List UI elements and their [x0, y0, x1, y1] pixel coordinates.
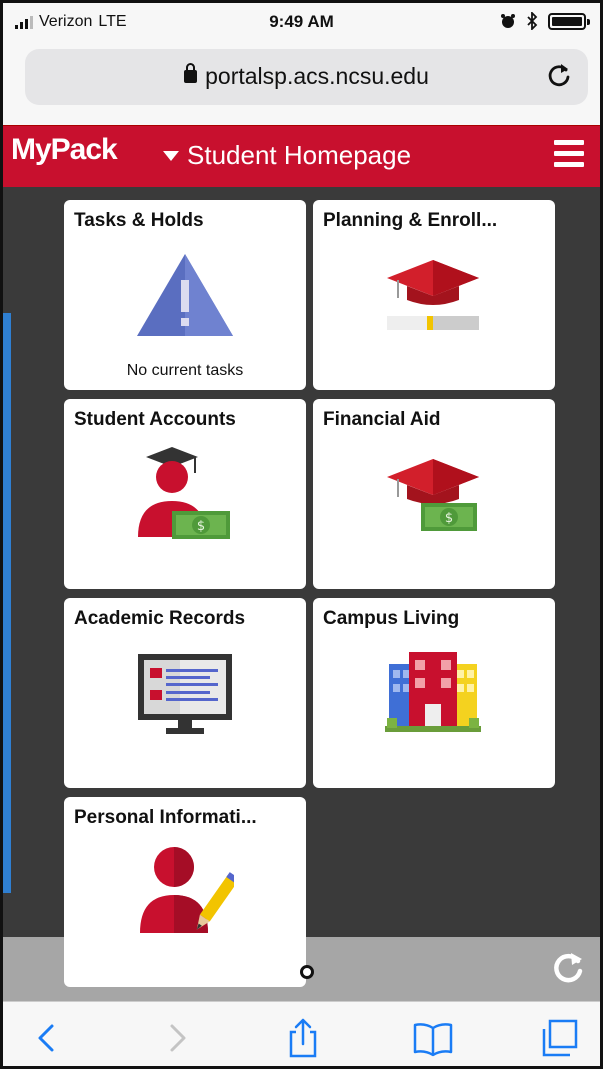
- tile-tasks-holds[interactable]: Tasks & Holds No current tasks: [64, 200, 306, 390]
- tile-title: Financial Aid: [323, 409, 441, 430]
- tabs-icon[interactable]: [539, 1018, 579, 1058]
- tile-student-accounts[interactable]: Student Accounts $: [64, 399, 306, 589]
- battery-icon: [548, 12, 590, 30]
- tile-title: Tasks & Holds: [74, 210, 204, 231]
- tile-planning-enrollment[interactable]: Planning & Enroll...: [313, 200, 555, 390]
- svg-text:$: $: [445, 511, 453, 526]
- tile-title: Personal Informati...: [74, 807, 257, 828]
- mypack-logo[interactable]: MyPack: [11, 133, 118, 167]
- svg-text:$: $: [197, 519, 205, 534]
- bluetooth-icon: [527, 12, 538, 30]
- phone-screen: Verizon LTE 9:49 AM portalsp.acs.ncsu.ed…: [0, 0, 603, 1069]
- app-header: MyPack Student Homepage: [3, 125, 600, 187]
- page-dropdown[interactable]: Student Homepage: [163, 140, 411, 171]
- url-text: portalsp.acs.ncsu.edu: [205, 63, 429, 89]
- browser-toolbar: [3, 1001, 600, 1066]
- tile-academic-records[interactable]: Academic Records: [64, 598, 306, 788]
- back-icon[interactable]: [27, 1018, 67, 1058]
- lock-icon: [184, 63, 198, 83]
- warning-triangle-icon: [137, 254, 233, 336]
- refresh-icon[interactable]: [550, 949, 586, 985]
- share-icon[interactable]: [283, 1018, 323, 1058]
- menu-icon[interactable]: [554, 140, 584, 170]
- tile-personal-information[interactable]: Personal Informati...: [64, 797, 306, 987]
- graduation-cap-progress-icon: [387, 260, 479, 330]
- tile-title: Campus Living: [323, 608, 460, 629]
- monitor-records-icon: [138, 654, 232, 734]
- tile-subtitle: No current tasks: [126, 362, 244, 379]
- reload-icon[interactable]: [544, 61, 574, 91]
- student-money-icon: $: [138, 447, 230, 539]
- alarm-icon: [501, 14, 515, 28]
- status-bar: Verizon LTE 9:49 AM: [3, 3, 600, 41]
- bookmarks-icon[interactable]: [413, 1018, 453, 1058]
- address-bar[interactable]: portalsp.acs.ncsu.edu: [25, 49, 588, 105]
- caret-down-icon: [163, 150, 179, 161]
- background-window-edge: [3, 313, 11, 893]
- tile-title: Student Accounts: [74, 409, 236, 430]
- person-pencil-icon: [140, 847, 234, 933]
- page-dot-indicator[interactable]: [300, 965, 314, 979]
- graduation-cap-money-icon: $: [387, 459, 479, 531]
- buildings-icon: [385, 652, 481, 732]
- page-title: Student Homepage: [187, 140, 412, 170]
- tile-financial-aid[interactable]: Financial Aid $: [313, 399, 555, 589]
- tile-campus-living[interactable]: Campus Living: [313, 598, 555, 788]
- forward-icon[interactable]: [157, 1018, 197, 1058]
- tile-title: Planning & Enroll...: [323, 210, 498, 231]
- tile-title: Academic Records: [74, 608, 246, 629]
